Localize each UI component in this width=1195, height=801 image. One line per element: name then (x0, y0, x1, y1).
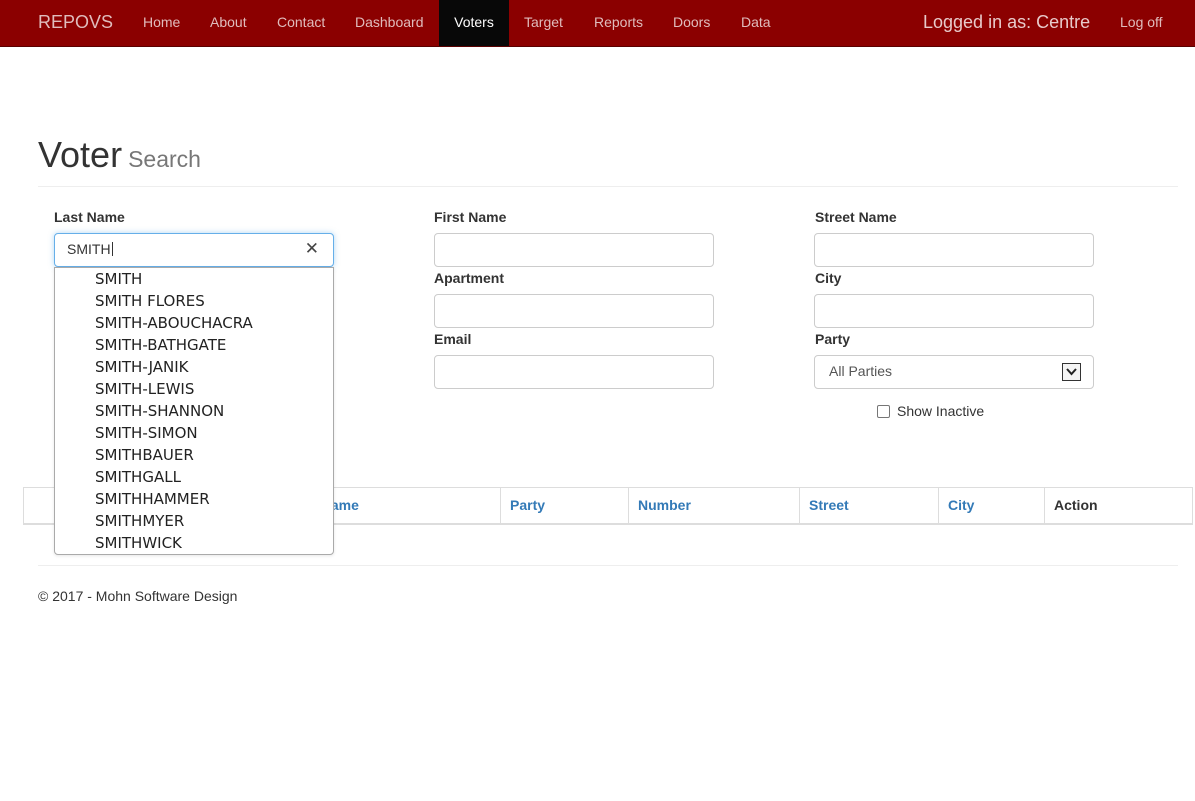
first-name-label: First Name (434, 209, 507, 225)
party-selected-value: All Parties (829, 363, 893, 379)
autocomplete-item[interactable]: SMITHMYER (55, 510, 333, 532)
nav-reports[interactable]: Reports (579, 0, 658, 46)
nav-dashboard[interactable]: Dashboard (340, 0, 439, 46)
nav-contact[interactable]: Contact (262, 0, 340, 46)
autocomplete-item[interactable]: SMITH-LEWIS (55, 378, 333, 400)
first-name-input[interactable] (434, 233, 714, 267)
brand-link[interactable]: REPOVS (38, 12, 113, 33)
show-inactive-label[interactable]: Show Inactive (897, 403, 984, 419)
autocomplete-item[interactable]: SMITHBAUER (55, 444, 333, 466)
page-header: Voter Search (38, 134, 1178, 187)
chevron-down-icon[interactable] (1062, 363, 1081, 381)
autocomplete-item[interactable]: SMITH-JANIK (55, 356, 333, 378)
show-inactive-checkbox[interactable] (877, 405, 890, 418)
party-label: Party (815, 331, 851, 347)
logged-in-user: Logged in as: Centre (923, 12, 1091, 32)
page-title: Voter (38, 134, 123, 175)
footer-divider (38, 565, 1178, 566)
autocomplete-dropdown: SMITH SMITH FLORES SMITH-ABOUCHACRA SMIT… (54, 267, 334, 555)
city-label: City (815, 270, 842, 286)
column-header-street[interactable]: Street (799, 488, 938, 524)
autocomplete-item[interactable]: SMITH-SIMON (55, 422, 333, 444)
column-header-action: Action (1044, 488, 1192, 524)
city-input[interactable] (814, 294, 1094, 328)
last-name-input[interactable]: SMITH ✕ (54, 233, 334, 267)
last-name-value: SMITH (67, 241, 113, 257)
page-subtitle: Search (128, 146, 201, 172)
autocomplete-item[interactable]: SMITH-BATHGATE (55, 334, 333, 356)
nav-home[interactable]: Home (128, 0, 195, 46)
autocomplete-item[interactable]: SMITHWICK (55, 532, 333, 554)
street-name-input[interactable] (814, 233, 1094, 267)
nav-about[interactable]: About (195, 0, 262, 46)
column-header-number[interactable]: Number (628, 488, 799, 524)
email-input[interactable] (434, 355, 714, 389)
street-name-label: Street Name (815, 209, 897, 225)
autocomplete-item[interactable]: SMITHHAMMER (55, 488, 333, 510)
autocomplete-item[interactable]: SMITH-SHANNON (55, 400, 333, 422)
nav-doors[interactable]: Doors (658, 0, 725, 46)
nav-data[interactable]: Data (726, 0, 786, 46)
column-header-city[interactable]: City (938, 488, 1044, 524)
nav-target[interactable]: Target (509, 0, 578, 46)
email-label: Email (434, 331, 472, 347)
last-name-label: Last Name (54, 209, 125, 225)
party-select[interactable]: All Parties (814, 355, 1094, 389)
autocomplete-item[interactable]: SMITH-ABOUCHACRA (55, 312, 333, 334)
navbar: REPOVS Home About Contact Dashboard Vote… (0, 0, 1195, 47)
clear-icon[interactable]: ✕ (305, 239, 319, 259)
autocomplete-item[interactable]: SMITH (55, 268, 333, 290)
text-caret (111, 242, 113, 256)
autocomplete-item[interactable]: SMITHGALL (55, 466, 333, 488)
footer-text: © 2017 - Mohn Software Design (38, 588, 238, 604)
logoff-link[interactable]: Log off (1120, 0, 1163, 44)
nav-voters[interactable]: Voters (439, 0, 509, 46)
apartment-label: Apartment (434, 270, 505, 286)
column-header-party[interactable]: Party (500, 488, 628, 524)
apartment-input[interactable] (434, 294, 714, 328)
autocomplete-item[interactable]: SMITH FLORES (55, 290, 333, 312)
